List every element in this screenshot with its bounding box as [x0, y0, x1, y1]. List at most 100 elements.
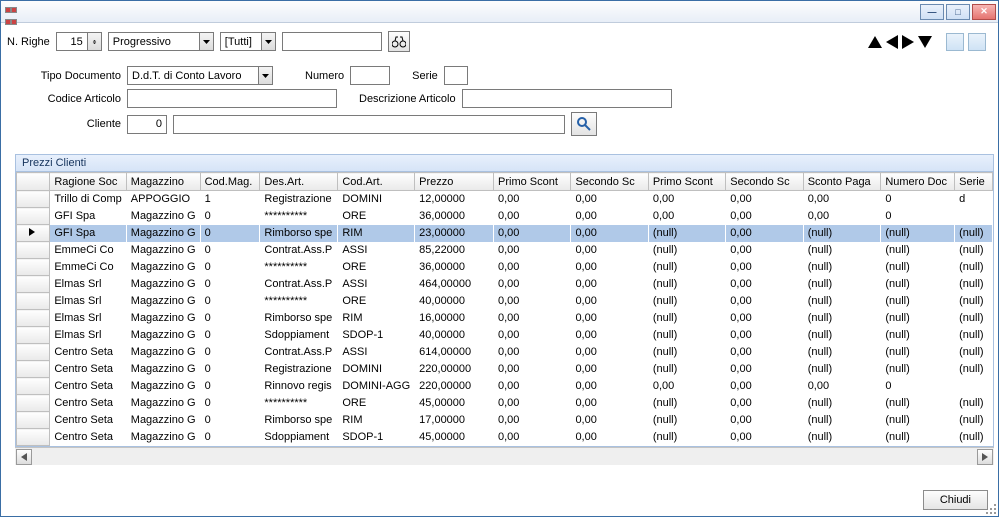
cell[interactable]: Contrat.Ass.P — [260, 242, 338, 259]
row-header[interactable] — [17, 327, 50, 344]
row-header[interactable] — [17, 395, 50, 412]
cell[interactable]: Elmas Srl — [50, 293, 126, 310]
cell[interactable]: ********** — [260, 208, 338, 225]
cell[interactable]: Magazzino G — [126, 412, 200, 429]
cell[interactable]: 0,00 — [726, 276, 803, 293]
spin-up-down-icon[interactable] — [87, 33, 101, 50]
cell[interactable]: Centro Seta — [50, 395, 126, 412]
cell[interactable]: (null) — [955, 276, 993, 293]
cell[interactable]: 0 — [200, 225, 260, 242]
scroll-right-icon[interactable] — [977, 449, 993, 465]
column-header[interactable]: Primo Scont — [648, 173, 725, 191]
cell[interactable] — [955, 208, 993, 225]
cell[interactable]: 614,00000 — [415, 344, 494, 361]
cell[interactable]: 0 — [881, 191, 955, 208]
cell[interactable]: (null) — [803, 361, 881, 378]
cell[interactable]: ORE — [338, 208, 415, 225]
cell[interactable]: (null) — [881, 225, 955, 242]
cell[interactable]: 45,00000 — [415, 429, 494, 446]
cell[interactable]: ASSI — [338, 276, 415, 293]
chevron-down-icon[interactable] — [199, 33, 213, 50]
cell[interactable]: Sdoppiament — [260, 429, 338, 446]
row-header[interactable] — [17, 225, 50, 242]
cell[interactable]: 0,00 — [726, 429, 803, 446]
cell[interactable]: 0 — [200, 395, 260, 412]
cell[interactable]: 0,00 — [494, 361, 571, 378]
cell[interactable]: Sdoppiament — [260, 327, 338, 344]
cell[interactable]: 0 — [200, 242, 260, 259]
cell[interactable]: DOMINI-AGG — [338, 378, 415, 395]
cell[interactable]: ORE — [338, 293, 415, 310]
cell[interactable]: 0,00 — [803, 191, 881, 208]
cell[interactable]: (null) — [803, 276, 881, 293]
cell[interactable]: (null) — [648, 242, 725, 259]
cell[interactable]: Magazzino G — [126, 344, 200, 361]
cell[interactable]: Elmas Srl — [50, 310, 126, 327]
nav-prev-icon[interactable] — [886, 35, 898, 49]
cell[interactable]: 0,00 — [648, 378, 725, 395]
cell[interactable]: 0,00 — [726, 378, 803, 395]
cell[interactable]: Elmas Srl — [50, 327, 126, 344]
cell[interactable]: 0,00 — [494, 378, 571, 395]
cell[interactable] — [955, 378, 993, 395]
cell[interactable]: ASSI — [338, 344, 415, 361]
minimize-button[interactable]: — — [920, 4, 944, 20]
cell[interactable]: 0 — [200, 361, 260, 378]
filter-combo[interactable]: [Tutti] — [220, 32, 276, 51]
cell[interactable]: SDOP-1 — [338, 429, 415, 446]
cell[interactable]: ORE — [338, 395, 415, 412]
cell[interactable]: (null) — [881, 429, 955, 446]
row-header[interactable] — [17, 412, 50, 429]
table-row[interactable]: Centro SetaMagazzino G0Rinnovo regisDOMI… — [17, 378, 993, 395]
table-row[interactable]: Centro SetaMagazzino G0Contrat.Ass.PASSI… — [17, 344, 993, 361]
table-row[interactable]: Elmas SrlMagazzino G0Rimborso speRIM16,0… — [17, 310, 993, 327]
cell[interactable]: (null) — [803, 429, 881, 446]
cell[interactable]: 0,00 — [726, 191, 803, 208]
cell[interactable]: 0,00 — [571, 276, 648, 293]
cell[interactable]: 0,00 — [571, 191, 648, 208]
column-header[interactable] — [17, 173, 50, 191]
table-row[interactable]: Centro SetaMagazzino G0Rimborso speRIM17… — [17, 412, 993, 429]
cell[interactable]: (null) — [881, 361, 955, 378]
sort-combo[interactable]: Progressivo — [108, 32, 214, 51]
table-row[interactable]: Elmas SrlMagazzino G0**********ORE40,000… — [17, 293, 993, 310]
cell[interactable]: 0,00 — [571, 344, 648, 361]
cell[interactable]: 36,00000 — [415, 208, 494, 225]
row-header[interactable] — [17, 191, 50, 208]
cell[interactable]: 0 — [200, 378, 260, 395]
cell[interactable]: (null) — [955, 327, 993, 344]
cell[interactable]: 0,00 — [726, 412, 803, 429]
row-header[interactable] — [17, 429, 50, 446]
cell[interactable]: Magazzino G — [126, 225, 200, 242]
cell[interactable]: Centro Seta — [50, 344, 126, 361]
cell[interactable]: (null) — [881, 276, 955, 293]
cell[interactable]: 17,00000 — [415, 412, 494, 429]
search-input[interactable] — [282, 32, 382, 51]
table-row[interactable]: Elmas SrlMagazzino G0SdoppiamentSDOP-140… — [17, 327, 993, 344]
cell[interactable]: (null) — [803, 310, 881, 327]
cell[interactable]: 0,00 — [571, 242, 648, 259]
cell[interactable]: DOMINI — [338, 361, 415, 378]
codice-art-input[interactable] — [127, 89, 337, 108]
table-row[interactable]: Trillo di CompAPPOGGIO1RegistrazioneDOMI… — [17, 191, 993, 208]
cell[interactable]: (null) — [803, 395, 881, 412]
cell[interactable]: ORE — [338, 259, 415, 276]
cell[interactable]: (null) — [955, 293, 993, 310]
cell[interactable]: 45,00000 — [415, 395, 494, 412]
row-header[interactable] — [17, 259, 50, 276]
row-header[interactable] — [17, 378, 50, 395]
cell[interactable]: RIM — [338, 225, 415, 242]
cell[interactable]: 1 — [200, 191, 260, 208]
cell[interactable]: (null) — [955, 310, 993, 327]
descr-art-input[interactable] — [462, 89, 672, 108]
cell[interactable]: EmmeCi Co — [50, 259, 126, 276]
cell[interactable]: DOMINI — [338, 191, 415, 208]
cell[interactable]: (null) — [955, 361, 993, 378]
column-header[interactable]: Secondo Sc — [571, 173, 648, 191]
cell[interactable]: 0,00 — [571, 378, 648, 395]
cell[interactable]: (null) — [955, 242, 993, 259]
cell[interactable]: Magazzino G — [126, 378, 200, 395]
cell[interactable]: 0 — [200, 310, 260, 327]
cell[interactable]: 0,00 — [494, 242, 571, 259]
column-header[interactable]: Secondo Sc — [726, 173, 803, 191]
